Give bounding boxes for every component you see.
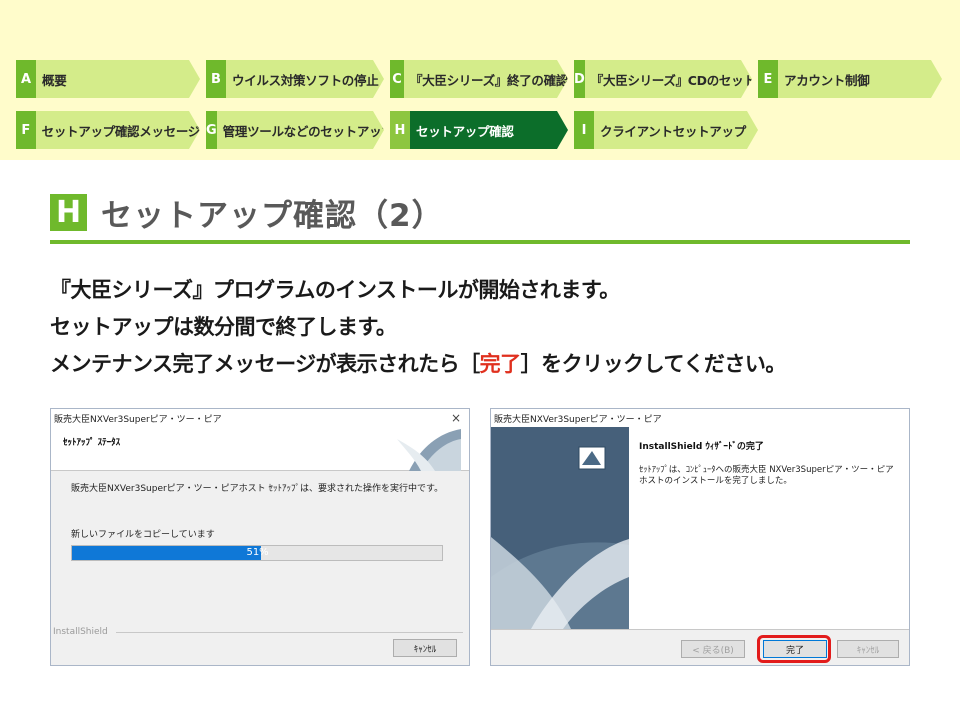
brand-line: InstallShield: [53, 627, 463, 637]
section-title: H セットアップ確認（2）: [50, 190, 444, 235]
dialog-title: 販売大臣NXVer3Superピア・ツー・ピア: [54, 414, 222, 425]
nav-label: 『大臣シリーズ』終了の確認: [410, 72, 568, 88]
dialog-header: ｾｯﾄｱｯﾌﾟ ｽﾃｰﾀｽ: [51, 427, 469, 471]
nav-row-2: F セットアップ確認メッセージ G 管理ツールなどのセットアップ H セットアッ…: [16, 111, 764, 149]
nav-item-c[interactable]: C 『大臣シリーズ』終了の確認: [390, 60, 568, 98]
nav-item-b[interactable]: B ウイルス対策ソフトの停止: [206, 60, 384, 98]
wizard-content-panel: InstallShield ｳｨｻﾞｰﾄﾞの完了 ｾｯﾄｱｯﾌﾟは、ｺﾝﾋﾟｭｰ…: [629, 427, 909, 629]
nav-letter: I: [574, 111, 594, 149]
dialog-divider: [491, 629, 909, 630]
page-title: セットアップ確認（2）: [101, 198, 444, 234]
cancel-button[interactable]: ｷｬﾝｾﾙ: [837, 640, 899, 658]
copying-message: 新しいファイルをコピーしています: [71, 530, 215, 540]
dialog-titlebar: 販売大臣NXVer3Superピア・ツー・ピア ×: [51, 409, 469, 427]
installshield-logo-icon: [397, 429, 461, 471]
dialog-header-title: ｾｯﾄｱｯﾌﾟ ｽﾃｰﾀｽ: [63, 438, 121, 448]
nav-letter: B: [206, 60, 226, 98]
instruction-line-1: 『大臣シリーズ』プログラムのインストールが開始されます。: [50, 278, 620, 302]
nav-item-g[interactable]: G 管理ツールなどのセットアップ: [206, 111, 384, 149]
progress-label: 51%: [246, 547, 269, 558]
nav-label: 概要: [42, 72, 67, 88]
instruction-line-2: セットアップは数分間で終了します。: [50, 315, 397, 339]
section-divider: [50, 240, 910, 244]
nav-item-h[interactable]: H セットアップ確認: [390, 111, 568, 149]
instruction-line-3-pre: メンテナンス完了メッセージが表示されたら［: [50, 352, 480, 376]
nav-row-1: A 概要 B ウイルス対策ソフトの停止 C 『大臣シリーズ』終了の確認 D 『大…: [16, 60, 948, 98]
nav-label: 管理ツールなどのセットアップ: [222, 123, 394, 139]
nav-band: A 概要 B ウイルス対策ソフトの停止 C 『大臣シリーズ』終了の確認 D 『大…: [0, 0, 960, 160]
nav-letter: H: [390, 111, 410, 149]
nav-letter: A: [16, 60, 36, 98]
wizard-title: InstallShield ｳｨｻﾞｰﾄﾞの完了: [639, 442, 764, 452]
nav-letter: G: [206, 111, 217, 149]
finish-highlight: 完了: [479, 352, 522, 376]
nav-item-e[interactable]: E アカウント制御: [758, 60, 942, 98]
section-letter-badge: H: [50, 194, 87, 231]
nav-item-i[interactable]: I クライアントセットアップ: [574, 111, 758, 149]
finish-highlight-ring: [757, 635, 831, 663]
brand-divider: [115, 631, 463, 633]
nav-label: 『大臣シリーズ』CDのセット: [590, 72, 756, 88]
wizard-complete-dialog: 販売大臣NXVer3Superピア・ツー・ピア InstallShield ｳｨ…: [490, 408, 910, 666]
installshield-brand: InstallShield: [53, 627, 108, 637]
setup-status-dialog: 販売大臣NXVer3Superピア・ツー・ピア × ｾｯﾄｱｯﾌﾟ ｽﾃｰﾀｽ …: [50, 408, 470, 666]
progress-bar: 51%: [71, 545, 443, 561]
progress-fill: 51%: [72, 546, 269, 560]
cancel-button[interactable]: ｷｬﾝｾﾙ: [393, 639, 457, 657]
nav-label: セットアップ確認メッセージ: [41, 123, 200, 139]
instructions: 『大臣シリーズ』プログラムのインストールが開始されます。 セットアップは数分間で…: [50, 272, 786, 383]
nav-label: アカウント制御: [784, 72, 870, 88]
nav-item-a[interactable]: A 概要: [16, 60, 200, 98]
nav-label: クライアントセットアップ: [600, 123, 746, 139]
back-button[interactable]: < 戻る(B): [681, 640, 745, 658]
instruction-line-3-post: ］をクリックしてください。: [520, 352, 787, 376]
wizard-graphic-icon: [491, 427, 629, 629]
nav-label: ウイルス対策ソフトの停止: [232, 72, 379, 88]
nav-letter: E: [758, 60, 778, 98]
nav-letter: F: [16, 111, 36, 149]
nav-letter: D: [574, 60, 585, 98]
nav-item-f[interactable]: F セットアップ確認メッセージ: [16, 111, 200, 149]
close-icon[interactable]: ×: [451, 411, 461, 425]
wizard-side-panel: [491, 427, 629, 629]
dialog-title: 販売大臣NXVer3Superピア・ツー・ピア: [494, 414, 662, 425]
wizard-message: ｾｯﾄｱｯﾌﾟは、ｺﾝﾋﾟｭｰﾀへの販売大臣 NXVer3Superピア・ツー・…: [639, 465, 894, 486]
status-message: 販売大臣NXVer3Superピア・ツー・ピアホスト ｾｯﾄｱｯﾌﾟは、要求され…: [71, 484, 444, 494]
nav-label: セットアップ確認: [416, 123, 514, 139]
nav-letter: C: [390, 60, 404, 98]
instruction-line-3: メンテナンス完了メッセージが表示されたら［完了］をクリックしてください。: [50, 346, 786, 383]
nav-item-d[interactable]: D 『大臣シリーズ』CDのセット: [574, 60, 752, 98]
dialog-titlebar: 販売大臣NXVer3Superピア・ツー・ピア: [491, 409, 909, 427]
